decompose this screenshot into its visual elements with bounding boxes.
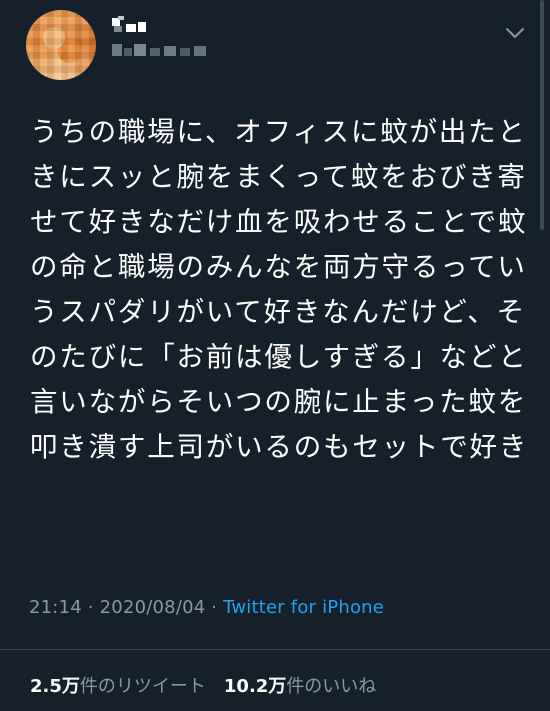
tweet-stats: 2.5万件のリツイート 10.2万件のいいね [30, 672, 376, 698]
retweets-stat[interactable]: 2.5万件のリツイート [30, 676, 206, 697]
meta-separator: · [205, 597, 224, 618]
likes-stat[interactable]: 10.2万件のいいね [224, 676, 376, 697]
scrollbar[interactable] [540, 0, 544, 230]
tweet-header [0, 0, 550, 90]
handle-redacted [112, 44, 208, 58]
avatar[interactable] [26, 10, 96, 80]
divider [0, 649, 550, 650]
tweet-source-link[interactable]: Twitter for iPhone [223, 597, 384, 618]
tweet-date[interactable]: 2020/08/04 [100, 597, 206, 618]
tweet-text: うちの職場に、オフィスに蚊が出たときにスッと腕をまくって蚊をおびき寄せて好きなだ… [30, 116, 529, 463]
retweets-label: 件のリツイート [79, 676, 206, 697]
likes-label: 件のいいね [286, 676, 377, 697]
chevron-down-icon[interactable] [504, 22, 526, 44]
tweet-time[interactable]: 21:14 [29, 597, 82, 618]
display-name-redacted[interactable] [112, 16, 148, 34]
retweets-count: 2.5万 [30, 676, 80, 697]
meta-separator: · [81, 597, 100, 618]
likes-count: 10.2万 [223, 676, 287, 697]
tweet-meta: 21:14 · 2020/08/04 · Twitter for iPhone [29, 597, 384, 618]
